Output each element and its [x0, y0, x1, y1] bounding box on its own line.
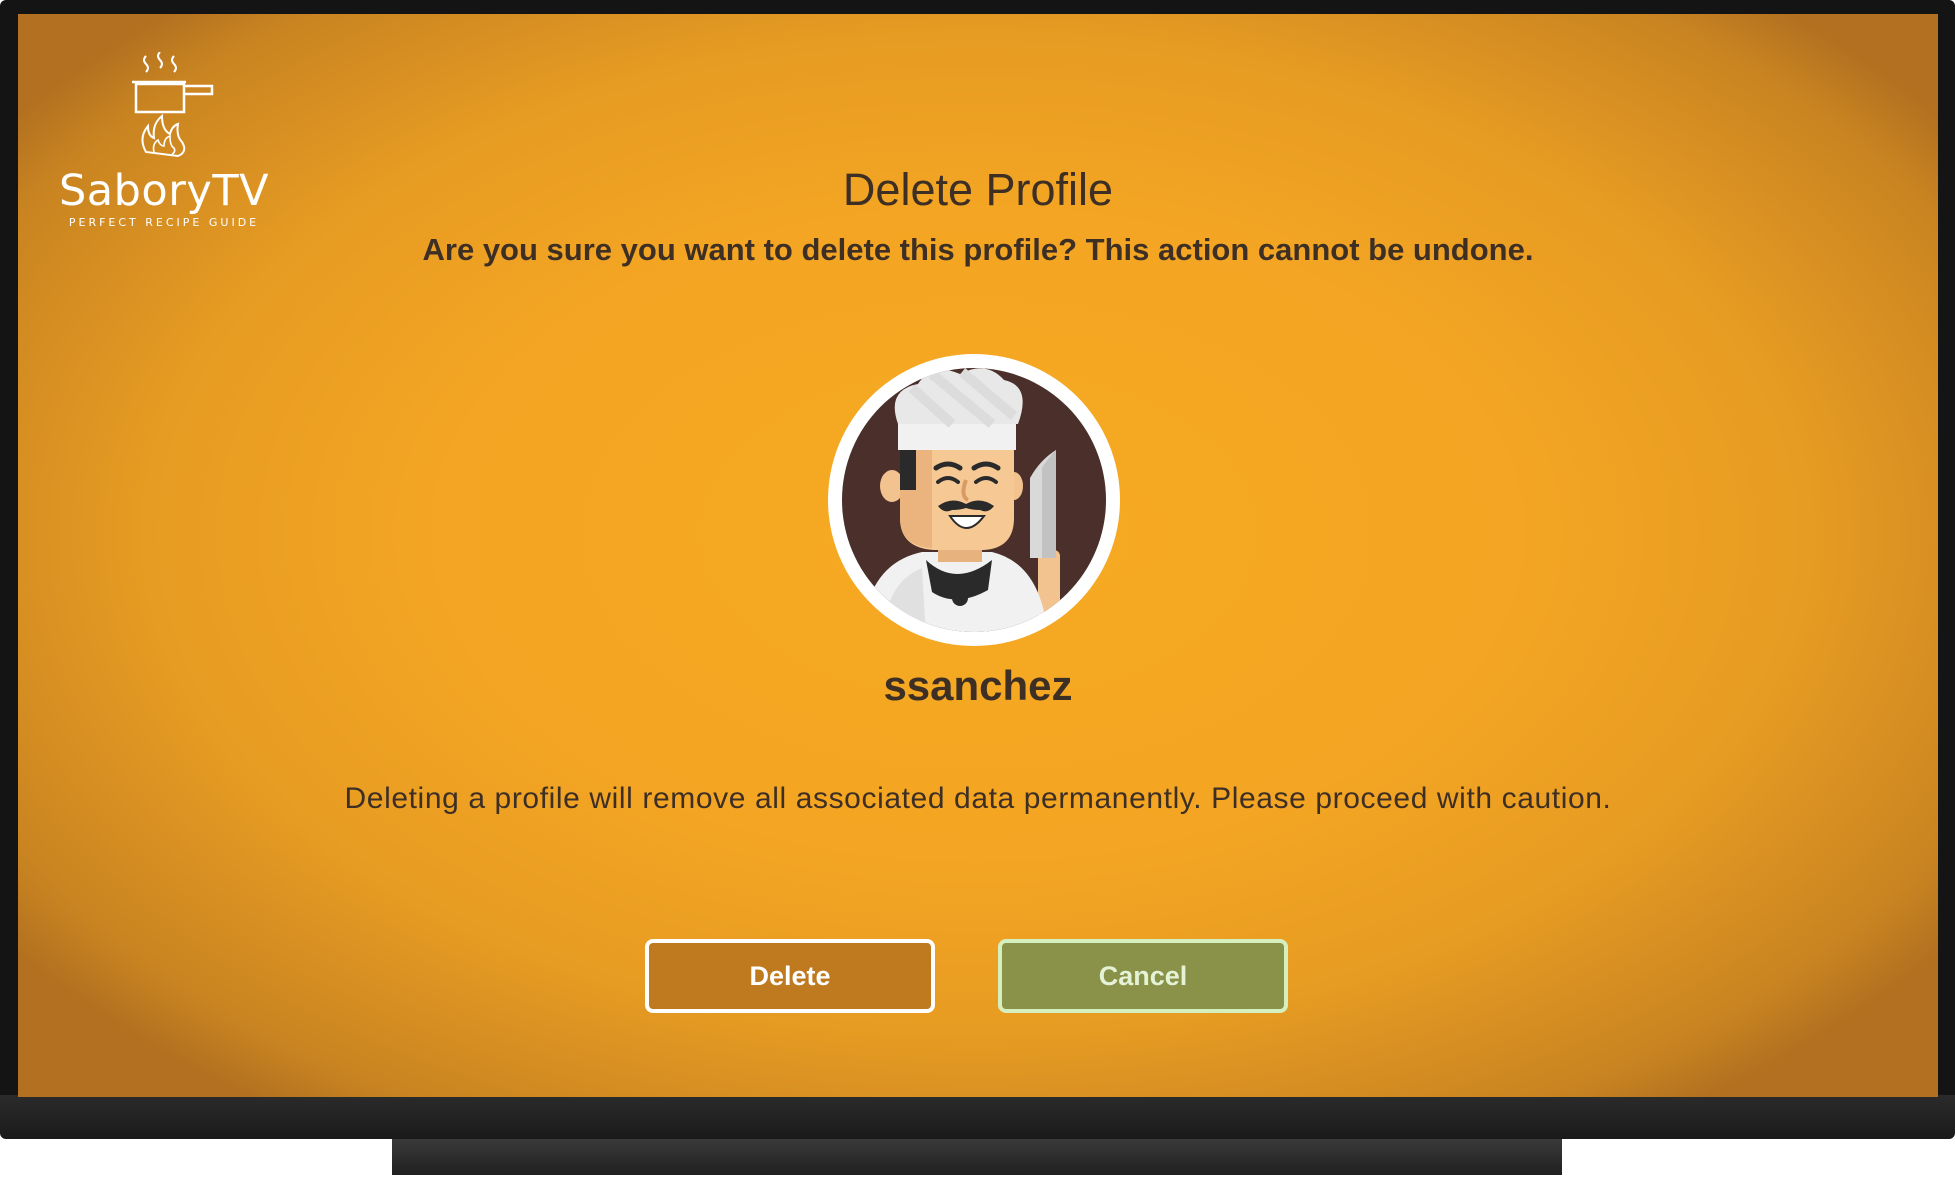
- profile-username: ssanchez: [883, 662, 1073, 709]
- cancel-button[interactable]: Cancel: [998, 939, 1288, 1013]
- dialog-title: Delete Profile: [842, 164, 1114, 215]
- cooking-pot-icon: [132, 52, 214, 158]
- profile-avatar: [828, 354, 1120, 646]
- chef-avatar-icon: [842, 368, 1106, 632]
- tv-screen: SaboryTV PERFECT RECIPE GUIDE Delete Pro…: [18, 14, 1938, 1097]
- dialog-subtitle: Are you sure you want to delete this pro…: [422, 232, 1534, 267]
- delete-button[interactable]: Delete: [645, 939, 935, 1013]
- tv-stand: [392, 1139, 1562, 1175]
- app-tagline: PERFECT RECIPE GUIDE: [68, 216, 260, 229]
- warning-message: Deleting a profile will remove all assoc…: [344, 782, 1612, 815]
- tv-bezel-bottom: [0, 1095, 1955, 1139]
